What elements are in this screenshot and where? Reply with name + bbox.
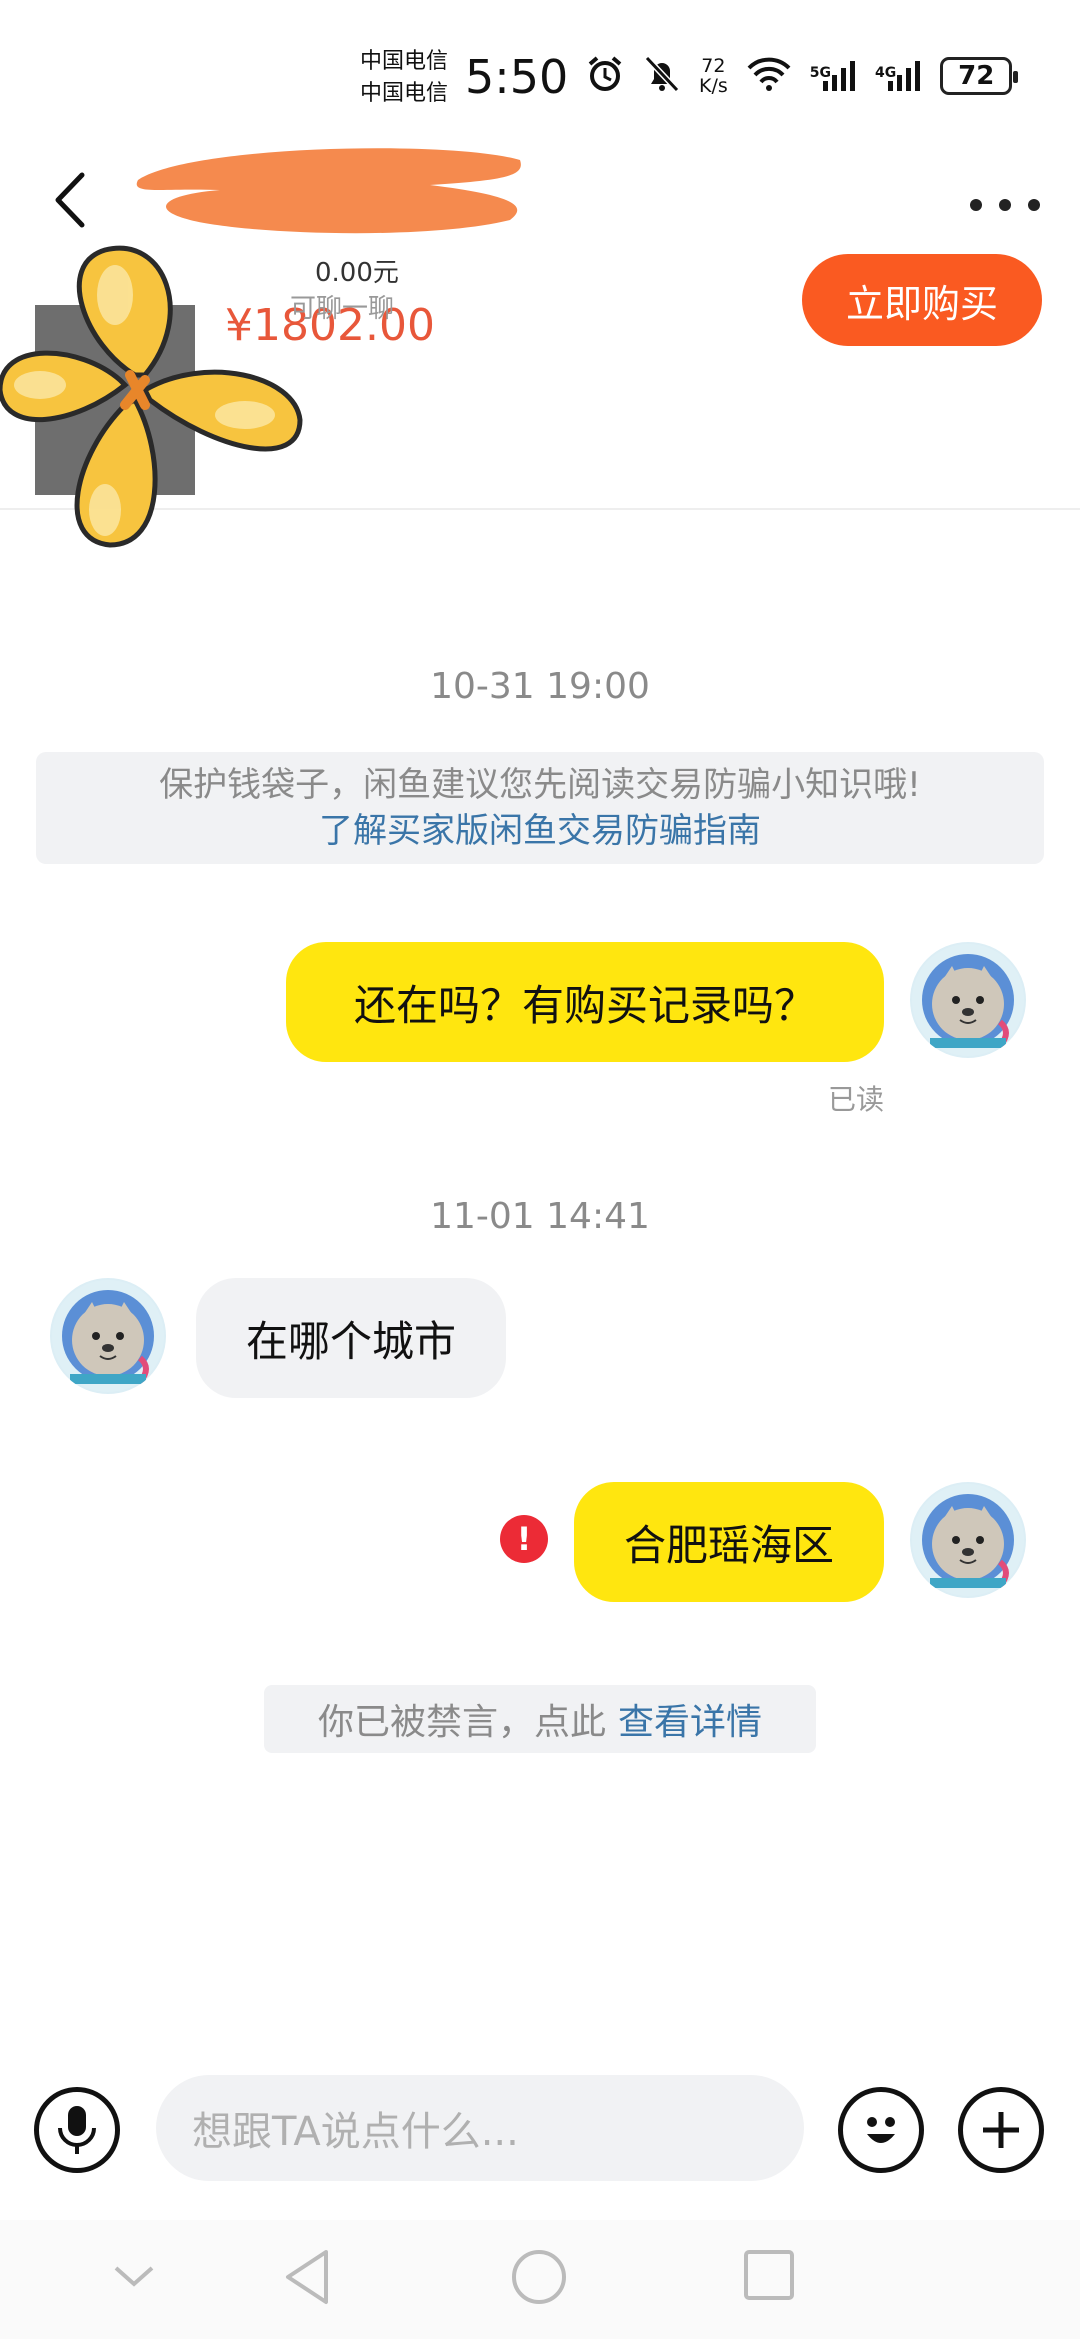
timestamp: 11-01 14:41 xyxy=(430,1196,650,1237)
chevron-down-icon xyxy=(114,2266,154,2287)
seal-avatar-icon xyxy=(912,1484,1024,1596)
my-avatar[interactable] xyxy=(910,942,1026,1058)
emoji-button[interactable] xyxy=(838,2087,924,2173)
anti-fraud-guide-link[interactable]: 了解买家版闲鱼交易防骗指南 xyxy=(36,808,1044,854)
net-speed: 72 K/s xyxy=(699,56,728,96)
nav-home-button[interactable] xyxy=(510,2248,568,2310)
status-icons: 72 K/s 5G 4G 72 xyxy=(585,54,1019,98)
more-options-button[interactable] xyxy=(970,190,1040,220)
status-bar: 中国电信 中国电信 5:50 72 K/s 5G 4G 72 xyxy=(0,0,1080,150)
more-actions-button[interactable] xyxy=(958,2087,1044,2173)
signal-5g-label: 5G xyxy=(809,65,831,81)
nav-back-button[interactable] xyxy=(282,2248,332,2310)
dot-icon xyxy=(999,199,1011,211)
chevron-left-icon xyxy=(55,172,85,228)
dot-icon xyxy=(1028,199,1040,211)
nav-collapse-button[interactable] xyxy=(112,2262,156,2294)
muted-notice: 你已被禁言，点此 查看详情 xyxy=(264,1685,816,1753)
message-input[interactable]: 想跟TA说点什么... xyxy=(156,2075,804,2181)
dot-icon xyxy=(970,199,982,211)
circle-home-icon xyxy=(512,2250,566,2304)
carrier-2: 中国电信 xyxy=(360,81,449,106)
net-speed-unit: K/s xyxy=(699,75,728,97)
seal-avatar-icon xyxy=(52,1280,164,1392)
triangle-back-icon xyxy=(286,2250,328,2304)
voice-input-button[interactable] xyxy=(34,2087,120,2173)
carrier-1: 中国电信 xyxy=(360,49,449,74)
timestamp: 10-31 19:00 xyxy=(430,666,650,707)
message-bubble-sent[interactable]: 合肥瑶海区 xyxy=(574,1482,884,1602)
seller-avatar[interactable] xyxy=(50,1278,166,1394)
signal-5g-icon: 5G xyxy=(810,59,857,93)
my-avatar[interactable] xyxy=(910,1482,1026,1598)
signal-4g-icon: 4G xyxy=(875,59,922,93)
carrier-labels: 中国电信 中国电信 xyxy=(360,46,448,110)
net-speed-value: 72 xyxy=(701,55,726,77)
emoji-icon xyxy=(867,2117,895,2143)
buy-now-button[interactable]: 立即购买 xyxy=(802,254,1042,346)
item-sub-price: 0.00元 xyxy=(315,258,399,288)
clock: 5:50 xyxy=(465,50,569,104)
nav-recents-button[interactable] xyxy=(742,2248,796,2306)
signal-4g-label: 4G xyxy=(875,65,897,81)
anti-fraud-notice: 保护钱袋子，闲鱼建议您先阅读交易防骗小知识哦! 了解买家版闲鱼交易防骗指南 xyxy=(36,752,1044,864)
message-bubble-sent[interactable]: 还在吗？有购买记录吗？ xyxy=(286,942,884,1062)
send-failed-icon[interactable]: ! xyxy=(500,1515,548,1563)
message-bubble-received[interactable]: 在哪个城市 xyxy=(196,1278,506,1398)
alarm-icon xyxy=(585,54,625,98)
wifi-icon xyxy=(746,56,792,96)
view-details-link[interactable]: 查看详情 xyxy=(618,1693,762,1745)
battery-indicator: 72 xyxy=(940,57,1019,95)
back-button[interactable] xyxy=(50,170,100,230)
microphone-icon xyxy=(58,2106,96,2154)
square-recents-icon xyxy=(744,2250,794,2300)
input-bar: 想跟TA说点什么... xyxy=(0,2075,1080,2185)
seal-avatar-icon xyxy=(912,944,1024,1056)
muted-text: 你已被禁言，点此 xyxy=(317,1702,606,1743)
bell-muted-icon xyxy=(643,54,681,98)
system-nav-bar xyxy=(0,2220,1080,2339)
flower-sticker-image xyxy=(0,245,303,548)
plus-icon xyxy=(983,2112,1019,2148)
notice-text: 保护钱袋子，闲鱼建议您先阅读交易防骗小知识哦! xyxy=(159,765,921,805)
read-status: 已读 xyxy=(827,1083,884,1116)
